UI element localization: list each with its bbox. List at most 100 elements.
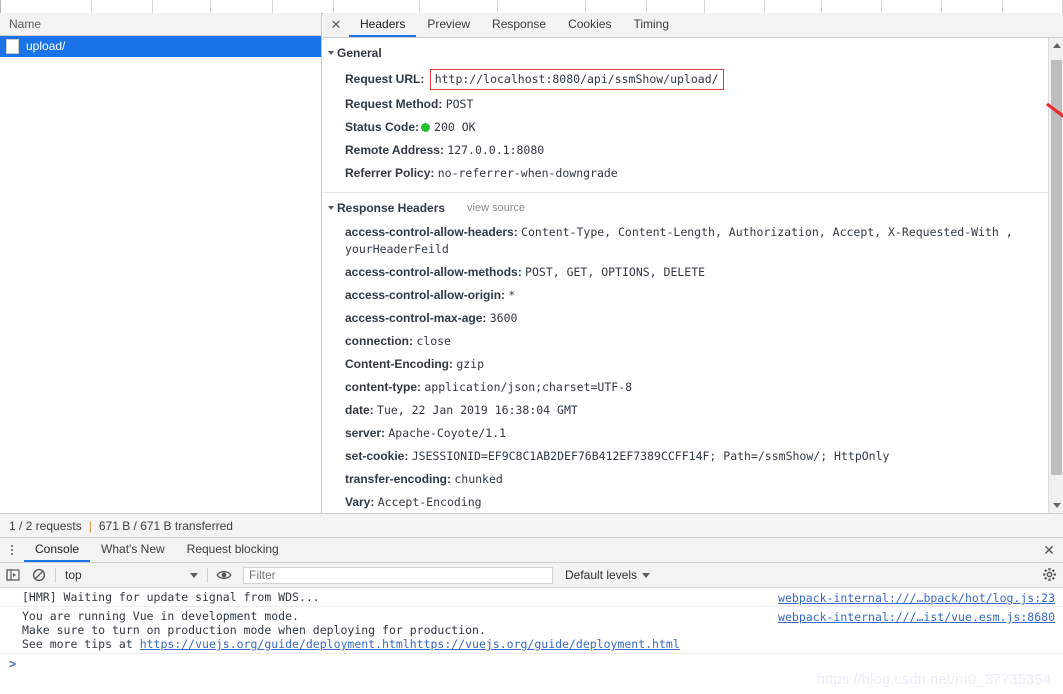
console-context-selector[interactable]: top bbox=[59, 568, 204, 582]
console-prompt-row[interactable]: > bbox=[0, 654, 1063, 679]
toolbar-cell-11[interactable] bbox=[765, 0, 822, 13]
show-console-sidebar-icon[interactable] bbox=[0, 563, 26, 588]
general-row-key: Request URL: bbox=[345, 72, 424, 86]
detail-tab-cookies[interactable]: Cookies bbox=[557, 13, 622, 37]
response-header-key: access-control-allow-methods: bbox=[345, 265, 522, 279]
response-header-key: Vary: bbox=[345, 495, 374, 509]
toolbar-cell-12[interactable] bbox=[822, 0, 882, 13]
general-row: Request Method: POST bbox=[323, 93, 1048, 116]
toolbar-cell-14[interactable] bbox=[942, 0, 1002, 13]
toolbar-cell-6[interactable] bbox=[420, 0, 498, 13]
chevron-down-icon bbox=[642, 573, 650, 578]
toolbar-cell-4[interactable] bbox=[273, 0, 333, 13]
general-section-title: General bbox=[337, 46, 382, 60]
general-row-value: 200 OK bbox=[434, 120, 476, 134]
response-header-row: set-cookie: JSESSIONID=EF9C8C1AB2DEF76B4… bbox=[323, 445, 1048, 468]
toolbar-cell-1[interactable] bbox=[92, 0, 152, 13]
toolbar-cell-13[interactable] bbox=[882, 0, 942, 13]
response-header-value: * bbox=[508, 288, 515, 302]
general-row: Request URL: http://localhost:8080/api/s… bbox=[323, 66, 1048, 93]
scroll-down-arrow-icon[interactable] bbox=[1049, 498, 1063, 513]
chevron-down-icon bbox=[328, 51, 334, 55]
scroll-up-arrow-icon[interactable] bbox=[1049, 38, 1063, 53]
response-header-row: connection: close bbox=[323, 330, 1048, 353]
response-header-value: Tue, 22 Jan 2019 16:38:04 GMT bbox=[377, 403, 578, 417]
general-row-value: POST bbox=[446, 97, 474, 111]
console-inline-link[interactable]: https://vuejs.org/guide/deployment.html bbox=[410, 637, 680, 651]
console-inline-link[interactable]: https://vuejs.org/guide/deployment.html bbox=[140, 637, 410, 651]
toolbar-cell-10[interactable] bbox=[705, 0, 765, 13]
response-header-key: Content-Encoding: bbox=[345, 357, 453, 371]
toolbar-cell-2[interactable] bbox=[153, 0, 212, 13]
response-header-key: content-type: bbox=[345, 380, 421, 394]
requests-column-header-name[interactable]: Name bbox=[0, 13, 321, 36]
toolbar-cell-8[interactable] bbox=[586, 0, 646, 13]
response-header-value: Accept-Encoding bbox=[378, 495, 482, 509]
drawer-tab-what-s-new[interactable]: What's New bbox=[90, 538, 176, 562]
console-prompt-arrow-icon: > bbox=[9, 657, 16, 671]
toolbar-cell-7[interactable] bbox=[498, 0, 587, 13]
console-levels-selector[interactable]: Default levels bbox=[565, 568, 650, 582]
response-header-key: date: bbox=[345, 403, 374, 417]
response-header-key: access-control-max-age: bbox=[345, 311, 486, 325]
status-ok-dot-icon bbox=[421, 123, 430, 132]
detail-tab-preview[interactable]: Preview bbox=[416, 13, 481, 37]
toolbar-cell-9[interactable] bbox=[647, 0, 705, 13]
response-header-key: access-control-allow-origin: bbox=[345, 288, 505, 302]
console-message: You are running Vue in development mode.… bbox=[0, 607, 1063, 654]
general-row-key: Referrer Policy: bbox=[345, 166, 434, 180]
request-row[interactable]: upload/ bbox=[0, 36, 321, 57]
toolbar-cell-0[interactable] bbox=[0, 0, 92, 13]
top-toolbar-strip bbox=[0, 0, 1063, 14]
close-drawer-icon[interactable]: ✕ bbox=[1035, 538, 1063, 562]
drawer-tab-console[interactable]: Console bbox=[24, 538, 90, 562]
close-detail-icon[interactable]: ✕ bbox=[323, 13, 349, 37]
detail-tab-response[interactable]: Response bbox=[481, 13, 557, 37]
more-vertical-icon[interactable] bbox=[0, 538, 24, 562]
response-header-row: access-control-allow-origin: * bbox=[323, 284, 1048, 307]
clear-console-icon[interactable] bbox=[26, 563, 52, 588]
document-icon bbox=[6, 39, 19, 54]
divider bbox=[207, 568, 208, 583]
response-headers-section-header[interactable]: Response Headers view source bbox=[323, 193, 1048, 221]
chevron-down-icon bbox=[328, 206, 334, 210]
response-header-value: Apache-Coyote/1.1 bbox=[388, 426, 506, 440]
general-row-value[interactable]: http://localhost:8080/api/ssmShow/upload… bbox=[430, 69, 724, 90]
response-header-row: access-control-allow-headers: Content-Ty… bbox=[323, 221, 1048, 261]
chevron-down-icon bbox=[190, 573, 198, 578]
general-row: Remote Address: 127.0.0.1:8080 bbox=[323, 139, 1048, 162]
response-header-row: content-type: application/json;charset=U… bbox=[323, 376, 1048, 399]
response-header-value: close bbox=[416, 334, 451, 348]
red-arrow-icon bbox=[1043, 101, 1063, 141]
response-view-source-link[interactable]: view source bbox=[467, 202, 525, 214]
response-header-key: set-cookie: bbox=[345, 449, 408, 463]
response-header-row: transfer-encoding: chunked bbox=[323, 468, 1048, 491]
console-toolbar: top Default levels bbox=[0, 563, 1063, 588]
detail-tab-headers[interactable]: Headers bbox=[349, 13, 416, 37]
request-detail-pane: ✕ HeadersPreviewResponseCookiesTiming Ge… bbox=[323, 13, 1063, 513]
divider bbox=[55, 568, 56, 583]
drawer-tabbar-spacer bbox=[290, 538, 1035, 562]
network-panel: Name upload/ ✕ HeadersPreviewResponseCoo… bbox=[0, 13, 1063, 513]
general-rows: Request URL: http://localhost:8080/api/s… bbox=[323, 66, 1048, 185]
response-header-value: POST, GET, OPTIONS, DELETE bbox=[525, 265, 705, 279]
toolbar-cell-15[interactable] bbox=[1003, 0, 1063, 13]
requests-rows: upload/ bbox=[0, 36, 321, 57]
response-header-key: access-control-allow-headers: bbox=[345, 225, 518, 239]
toolbar-cell-5[interactable] bbox=[334, 0, 420, 13]
console-message-source-link[interactable]: webpack-internal:///…ist/vue.esm.js:8680 bbox=[778, 610, 1055, 624]
response-header-row: access-control-max-age: 3600 bbox=[323, 307, 1048, 330]
live-expression-icon[interactable] bbox=[211, 563, 237, 588]
console-filter-input[interactable] bbox=[243, 567, 553, 584]
settings-gear-icon[interactable] bbox=[1042, 567, 1057, 585]
detail-tabbar: ✕ HeadersPreviewResponseCookiesTiming bbox=[323, 13, 1063, 38]
annotation-overlay: 注意看这个地址 bbox=[1043, 101, 1063, 149]
console-message-source-link[interactable]: webpack-internal:///…bpack/hot/log.js:23 bbox=[778, 591, 1055, 605]
response-header-value: gzip bbox=[456, 357, 484, 371]
drawer-tab-request-blocking[interactable]: Request blocking bbox=[176, 538, 290, 562]
general-section-header[interactable]: General bbox=[323, 38, 1048, 66]
detail-tab-timing[interactable]: Timing bbox=[622, 13, 680, 37]
toolbar-cell-3[interactable] bbox=[211, 0, 273, 13]
console-context-value: top bbox=[65, 568, 82, 582]
general-row-value: no-referrer-when-downgrade bbox=[438, 166, 618, 180]
